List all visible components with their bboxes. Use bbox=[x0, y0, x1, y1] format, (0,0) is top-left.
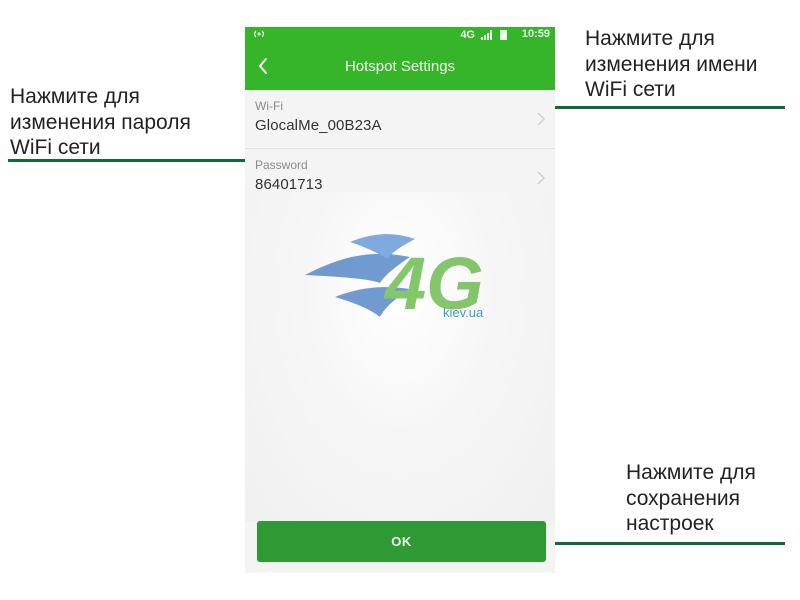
wifi-name-value: GlocalMe_00B23A bbox=[255, 117, 382, 134]
annotation-save-line1: Нажмите для bbox=[626, 461, 756, 484]
title-bar: Hotspot Settings bbox=[245, 44, 555, 90]
logo-subtext: kiev.ua bbox=[443, 305, 484, 320]
status-bar: 4G 10:59 bbox=[245, 27, 555, 44]
annotation-wifi-line3: WiFi сети bbox=[585, 78, 676, 102]
annotation-save-line3: настроек bbox=[626, 512, 714, 536]
annotation-wifi-line2: изменения имени bbox=[585, 52, 758, 76]
phone-screen: 4G 10:59 Hotspot Settings Wi-Fi GlocalMe… bbox=[245, 27, 555, 573]
annotation-save: Нажмите для сохранения настроек bbox=[626, 460, 756, 537]
password-value: 86401713 bbox=[255, 176, 323, 193]
signal-icon bbox=[481, 30, 493, 43]
network-type: 4G bbox=[460, 29, 475, 41]
status-time: 10:59 bbox=[521, 28, 550, 40]
chevron-right-icon bbox=[537, 112, 546, 126]
hotspot-icon bbox=[253, 28, 265, 43]
annotation-wifi-name: Нажмите для изменения имени WiFi сети bbox=[585, 26, 757, 103]
ok-button[interactable]: OK bbox=[257, 521, 546, 562]
watermark-logo: 4G bbox=[305, 234, 484, 325]
wifi-name-row[interactable]: Wi-Fi GlocalMe_00B23A bbox=[245, 90, 555, 149]
password-label: Password bbox=[255, 158, 308, 172]
battery-icon bbox=[500, 30, 507, 40]
annotation-password-line1: Нажмите для bbox=[10, 85, 140, 108]
chevron-right-icon bbox=[537, 171, 546, 185]
wifi-label: Wi-Fi bbox=[255, 99, 283, 113]
annotation-password-line2: изменения пароля bbox=[10, 110, 191, 134]
annotation-save-line2: сохранения bbox=[626, 486, 741, 510]
annotation-password-pointer bbox=[8, 159, 253, 162]
annotation-password: Нажмите для изменения пароля WiFi сети bbox=[10, 84, 191, 161]
annotation-password-line3: WiFi сети bbox=[10, 136, 101, 160]
annotation-wifi-line1: Нажмите для bbox=[585, 27, 715, 50]
page-title: Hotspot Settings bbox=[344, 58, 456, 75]
